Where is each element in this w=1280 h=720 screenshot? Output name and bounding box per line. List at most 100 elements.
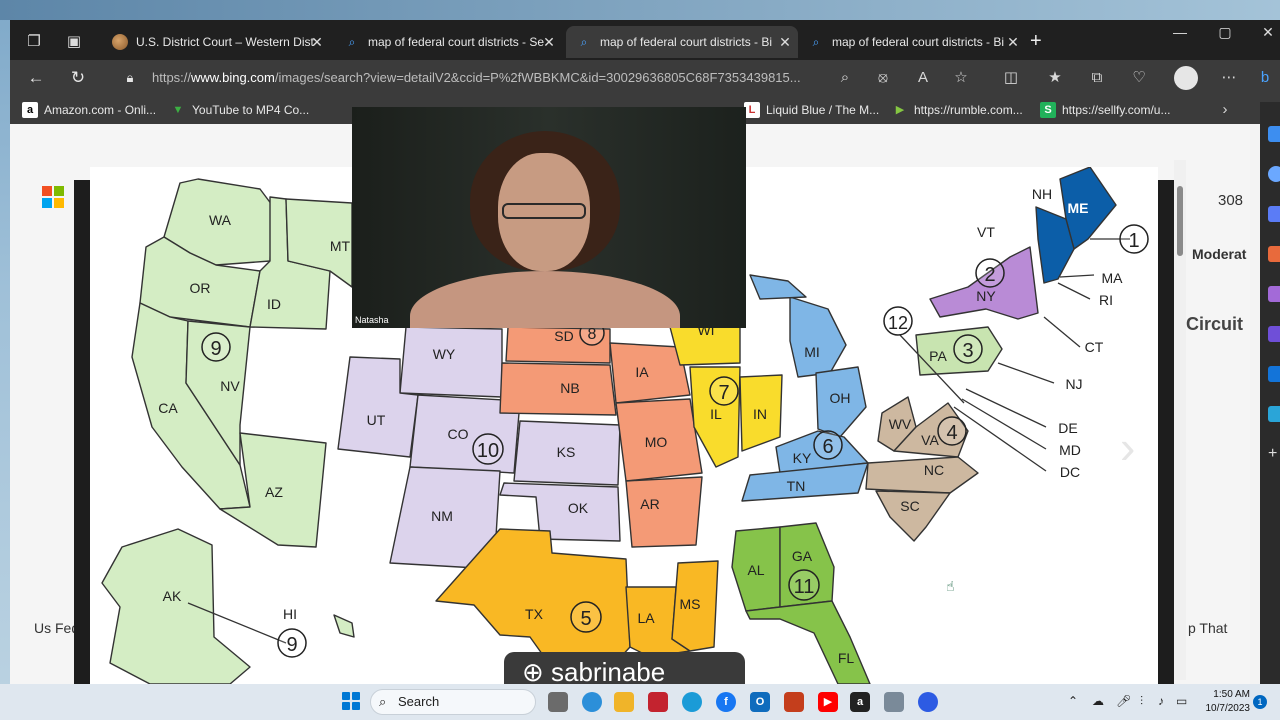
state-label: LA (637, 610, 655, 626)
battery-icon[interactable]: ▭ (1176, 694, 1187, 708)
profile-avatar[interactable] (1174, 66, 1198, 90)
zoom-app-icon[interactable] (918, 692, 938, 712)
related-circuit-label[interactable]: Circuit (1186, 314, 1243, 335)
state-label: NY (976, 288, 996, 304)
read-aloud-icon[interactable]: A (912, 67, 934, 89)
outlook-icon[interactable] (1268, 366, 1280, 382)
outlook-icon[interactable]: O (750, 692, 770, 712)
state-label: AZ (265, 484, 283, 500)
tab-actions-icon[interactable]: ▣ (64, 32, 84, 52)
lock-icon[interactable]: 🔒︎ (118, 66, 142, 90)
taskbar-clock[interactable]: 1:50 AM 10/7/2023 (1198, 688, 1251, 716)
scrollbar-thumb[interactable] (1177, 186, 1183, 256)
filter-chip-moderate[interactable]: Moderat (1192, 246, 1246, 262)
state-label: NV (220, 378, 240, 394)
circuit-label: 11 (794, 576, 815, 598)
bing-copilot-icon[interactable]: b (1254, 67, 1276, 89)
split-screen-icon[interactable]: ◫ (1000, 67, 1022, 89)
bookmark-liquid-blue[interactable]: L Liquid Blue / The M... (744, 100, 879, 120)
bookmark-rumble[interactable]: ▶ https://rumble.com... (892, 100, 1023, 120)
state-label: DC (1060, 464, 1080, 480)
send-icon[interactable] (1268, 406, 1280, 422)
tracking-prevention-icon[interactable]: ⦻ (872, 67, 894, 89)
tools-icon[interactable] (1268, 246, 1280, 262)
show-hidden-icons-icon[interactable]: ⌃ (1068, 694, 1078, 708)
address-bar[interactable]: https://www.bing.com/images/search?view=… (152, 64, 832, 92)
tab-bar: ❐ ▣ U.S. District Court – Western Dist ✕… (10, 20, 1280, 64)
back-icon[interactable]: ← (24, 66, 48, 90)
chat-icon[interactable] (582, 692, 602, 712)
liquid-blue-icon: L (744, 102, 760, 118)
notification-badge[interactable]: 1 (1253, 695, 1267, 709)
tab-search-active[interactable]: ⌕ map of federal court districts - Bi ✕ (566, 26, 798, 58)
close-tab-icon[interactable]: ✕ (1006, 26, 1020, 58)
facebook-icon[interactable]: f (716, 692, 736, 712)
close-tab-icon[interactable]: ✕ (542, 26, 556, 58)
bookmark-amazon[interactable]: a Amazon.com - Onli... (22, 100, 156, 120)
overlay-scrollbar[interactable] (1174, 160, 1186, 680)
calendar-app-icon[interactable] (784, 692, 804, 712)
bookmark-label: Liquid Blue / The M... (766, 103, 880, 117)
games-icon[interactable] (1268, 286, 1280, 302)
amazon-icon[interactable]: a (850, 692, 870, 712)
search-icon[interactable] (1268, 166, 1280, 182)
onedrive-icon[interactable]: ☁ (1092, 694, 1104, 708)
state-label: TX (525, 606, 544, 622)
edge-icon[interactable] (682, 692, 702, 712)
microsoft-365-icon[interactable] (1268, 326, 1280, 342)
close-tab-icon[interactable]: ✕ (310, 26, 324, 58)
state-label: TN (787, 478, 806, 494)
favorite-star-icon[interactable]: ☆ (950, 67, 972, 89)
start-button[interactable] (342, 692, 360, 710)
shield-app-icon[interactable] (648, 692, 668, 712)
youtube-icon[interactable]: ▶ (818, 692, 838, 712)
favorites-icon[interactable]: ★ (1044, 67, 1066, 89)
thumbnail-caption-right[interactable]: p That (1188, 620, 1227, 636)
caption-icon: ⊕ (522, 657, 552, 686)
state-label: OR (190, 280, 211, 296)
taskbar-search[interactable]: ⌕ Search (370, 689, 536, 715)
state-label: IN (753, 406, 767, 422)
search-icon: ⌕ (348, 35, 356, 49)
state-label: DE (1058, 420, 1077, 436)
camera-icon[interactable] (884, 692, 904, 712)
mouse-cursor-icon: ☝ (946, 578, 955, 594)
more-options-icon[interactable]: ⋯ (1218, 67, 1240, 89)
minimize-icon[interactable]: — (1160, 24, 1200, 40)
thumbnail-caption-left[interactable]: Us Fed (34, 620, 79, 636)
zoom-icon[interactable]: ⌕ (834, 67, 856, 89)
refresh-icon[interactable]: ↻ (66, 66, 90, 90)
bookmarks-overflow-icon[interactable]: › (1214, 99, 1236, 121)
state-hi (333, 614, 355, 638)
maximize-icon[interactable]: ▢ (1205, 24, 1245, 41)
close-tab-icon[interactable]: ✕ (778, 26, 792, 58)
state-label: AR (640, 496, 659, 512)
bookmark-youtube-mp4[interactable]: ▼ YouTube to MP4 Co... (170, 100, 310, 120)
workspaces-icon[interactable]: ❐ (24, 32, 44, 52)
bookmark-sellfy[interactable]: S https://sellfy.com/u... (1040, 100, 1170, 120)
clock-time: 1:50 AM (1213, 689, 1250, 700)
microsoft-logo (42, 186, 64, 208)
state-label: WA (209, 212, 232, 228)
rumble-icon: ▶ (895, 104, 905, 116)
tab-search-4[interactable]: ⌕ map of federal court districts - Bi ✕ (798, 26, 1026, 58)
clock-date: 10/7/2023 (1205, 703, 1251, 714)
shopping-icon[interactable] (1268, 206, 1280, 222)
tab-search-2[interactable]: ⌕ map of federal court districts - Se ✕ (334, 26, 562, 58)
task-view-icon[interactable] (548, 692, 568, 712)
tab-district-court[interactable]: U.S. District Court – Western Dist ✕ (102, 26, 330, 58)
collections-icon[interactable]: ⧉ (1086, 67, 1108, 89)
browser-essentials-icon[interactable]: ♡ (1128, 67, 1150, 89)
state-label: CT (1085, 339, 1104, 355)
volume-icon[interactable]: ♪ (1158, 694, 1164, 708)
close-window-icon[interactable]: ✕ (1248, 24, 1280, 41)
wifi-icon[interactable]: ⫶ (1140, 694, 1143, 709)
microphone-icon[interactable]: 🎤︎ (1116, 694, 1131, 708)
desktop-wallpaper (0, 0, 1280, 20)
add-sidebar-icon[interactable]: + (1268, 446, 1280, 462)
next-image-chevron-icon[interactable]: › (1120, 420, 1135, 474)
notifications-icon[interactable] (1268, 126, 1280, 142)
file-explorer-icon[interactable] (614, 692, 634, 712)
state-label: GA (792, 548, 813, 564)
new-tab-button[interactable]: + (1030, 30, 1042, 52)
